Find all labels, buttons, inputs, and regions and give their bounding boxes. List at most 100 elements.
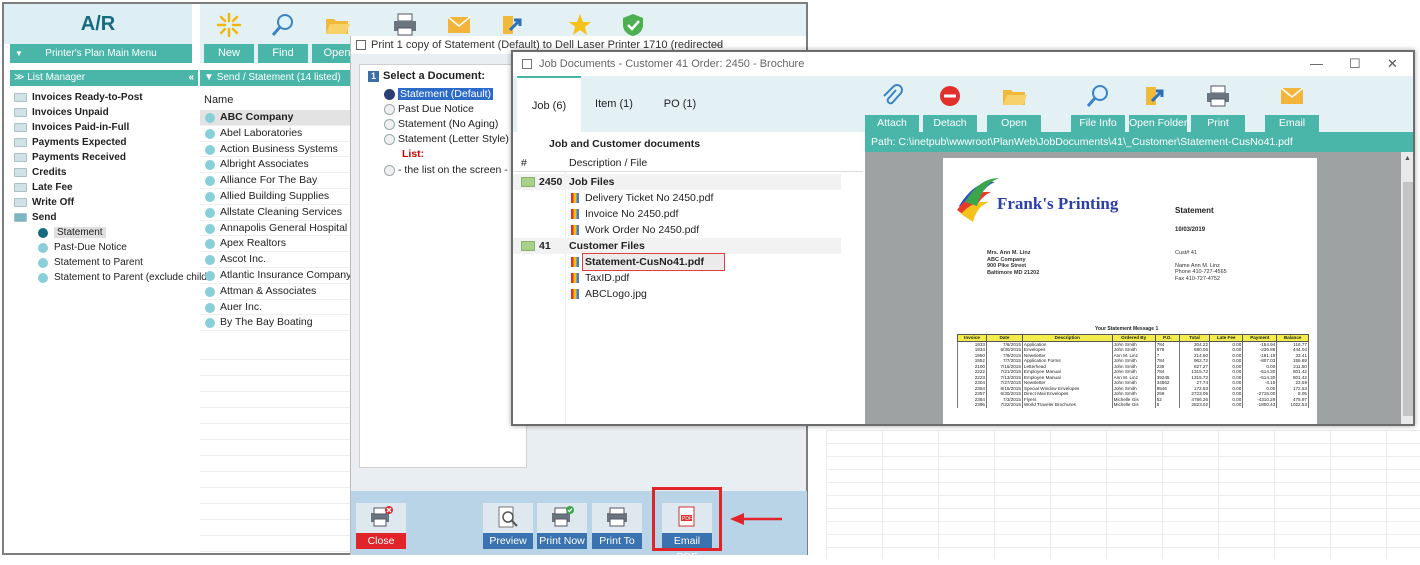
file-row[interactable]: Invoice No 2450.pdf	[513, 206, 841, 222]
customer-row[interactable]: Albright Associates	[200, 157, 354, 174]
customer-row[interactable]: Ascot Inc.	[200, 252, 354, 268]
file-row[interactable]: Work Order No 2450.pdf	[513, 222, 841, 238]
col-desc-header[interactable]: Description / File	[569, 154, 647, 172]
find-button[interactable]: Find	[258, 4, 308, 63]
file-path-bar: Path: C:\inetpub\wwwroot\PlanWeb\JobDocu…	[865, 132, 1413, 152]
option-list-screen[interactable]: - the list on the screen -	[382, 163, 508, 178]
customer-row[interactable]: Allstate Cleaning Services	[200, 205, 354, 221]
folder-arrow-icon	[1146, 87, 1164, 105]
file-info-button[interactable]: File Info	[1071, 76, 1125, 132]
email-file-button[interactable]: Email	[1265, 76, 1319, 132]
customer-row[interactable]: Abel Laboratories	[200, 126, 354, 142]
preview-scrollbar[interactable]: ▲	[1401, 152, 1413, 424]
name-column-header[interactable]: Name	[200, 90, 354, 110]
file-row[interactable]: Delivery Ticket No 2450.pdf	[513, 190, 841, 206]
circle-icon	[205, 286, 215, 297]
option-no-aging[interactable]: Statement (No Aging)	[382, 117, 498, 132]
file-row[interactable]: ABCLogo.jpg	[513, 286, 841, 302]
pdf-file-icon	[571, 193, 579, 203]
customer-row[interactable]: Apex Realtors	[200, 236, 354, 253]
customer-row[interactable]: Action Business Systems	[200, 142, 354, 158]
tab-job[interactable]: Job (6)	[517, 76, 581, 132]
main-menu-button[interactable]: ▼ Printer's Plan Main Menu	[10, 44, 192, 63]
sub-item-past-due[interactable]: Past-Due Notice	[10, 240, 198, 255]
list-item-invoices-paid[interactable]: Invoices Paid-in-Full	[10, 120, 198, 135]
folder-icon	[14, 198, 27, 207]
scrollbar-thumb[interactable]	[1403, 182, 1413, 416]
new-button[interactable]: New	[204, 4, 254, 63]
sub-item-statement-parent[interactable]: Statement to Parent	[10, 255, 198, 270]
statement-cell: 1022.53	[1276, 402, 1309, 408]
statement-table: Invoice Date Description Ordered By P.O. Tota…	[957, 334, 1309, 408]
open-folder-button[interactable]: Open Folder	[1129, 76, 1187, 132]
open-file-button[interactable]: Open	[987, 76, 1041, 132]
customer-row[interactable]: Attman & Associates	[200, 284, 354, 300]
option-past-due[interactable]: Past Due Notice	[382, 102, 474, 117]
folder-arrow-icon	[503, 16, 522, 34]
new-label: New	[204, 44, 254, 63]
circle-icon	[205, 144, 215, 155]
option-statement-default[interactable]: Statement (Default)	[382, 87, 494, 102]
folder-icon	[14, 93, 27, 102]
customer-row[interactable]: ABC Company	[200, 110, 354, 126]
customer-row[interactable]: Auer Inc.	[200, 300, 354, 316]
list-item-payments-expected[interactable]: Payments Expected	[10, 135, 198, 150]
folder-icon	[14, 153, 27, 162]
printer-icon	[607, 507, 627, 527]
address-line: Baltimore MD 21202	[987, 269, 1040, 276]
folder-icon	[521, 241, 535, 251]
print-to-button[interactable]: Print To	[592, 503, 642, 549]
group-row-job-files[interactable]: 2450 Job Files	[513, 174, 841, 190]
statement-cell: 5	[1154, 402, 1180, 408]
customer-name: Allstate Cleaning Services	[220, 205, 342, 218]
list-item-payments-received[interactable]: Payments Received	[10, 150, 198, 165]
file-row[interactable]: TaxID.pdf	[513, 270, 841, 286]
list-item-late-fee[interactable]: Late Fee	[10, 180, 198, 195]
printer-close-icon	[371, 506, 393, 527]
circle-icon	[38, 243, 48, 253]
customer-row[interactable]: Allied Building Supplies	[200, 189, 354, 205]
tab-po[interactable]: PO (1)	[653, 76, 707, 132]
sub-item-statement-parent-exclude[interactable]: Statement to Parent (exclude child	[10, 270, 207, 285]
sub-item-statement[interactable]: Statement	[10, 225, 198, 240]
list-item-send[interactable]: Send	[10, 210, 198, 225]
file-row-selected[interactable]: Statement-CusNo41.pdf	[513, 253, 841, 271]
statement-cell: 7/22/2015	[985, 402, 1023, 408]
print-now-button[interactable]: Print Now	[537, 503, 587, 549]
list-item-write-off[interactable]: Write Off	[10, 195, 198, 210]
col-num-header[interactable]: #	[521, 154, 527, 172]
pdf-file-icon	[571, 225, 579, 235]
scroll-up-icon[interactable]: ▲	[1404, 155, 1411, 162]
print-file-button[interactable]: Print	[1191, 76, 1245, 132]
detach-button[interactable]: Detach	[923, 76, 977, 132]
list-item-credits[interactable]: Credits	[10, 165, 198, 180]
attach-button[interactable]: Attach	[865, 76, 919, 132]
group-row-customer-files[interactable]: 41 Customer Files	[513, 238, 841, 254]
customer-row[interactable]: Alliance For The Bay	[200, 173, 354, 189]
circle-icon	[205, 176, 215, 187]
customer-row[interactable]: Atlantic Insurance Company	[200, 268, 354, 284]
list-manager-header[interactable]: ≫ List Manager «	[10, 70, 198, 86]
customer-name: Albright Associates	[220, 158, 309, 171]
close-button[interactable]: Close	[356, 503, 406, 549]
close-button[interactable]: ✕	[1387, 52, 1398, 76]
list-item-invoices-unpaid[interactable]: Invoices Unpaid	[10, 105, 198, 120]
maximize-button[interactable]: ☐	[1349, 52, 1361, 76]
option-letter-style[interactable]: Statement (Letter Style)	[382, 132, 509, 147]
customer-name: Ascot Inc.	[220, 253, 267, 266]
list-label: List:	[402, 148, 425, 160]
folder-icon	[14, 138, 27, 147]
pdf-file-icon	[571, 273, 579, 283]
select-document-label: 1 Select a Document:	[368, 70, 485, 82]
customer-row[interactable]: Annapolis General Hospital	[200, 221, 354, 237]
background-spreadsheet-grid	[826, 430, 1420, 559]
list-item-invoices-ready[interactable]: Invoices Ready-to-Post	[10, 90, 198, 105]
radio-icon	[384, 104, 395, 115]
folder-icon	[14, 108, 27, 117]
minimize-button[interactable]: —	[1310, 52, 1323, 76]
collapse-icon[interactable]: «	[188, 70, 194, 86]
customer-row[interactable]: By The Bay Boating	[200, 315, 354, 332]
preview-button[interactable]: Preview	[483, 503, 533, 549]
tab-item[interactable]: Item (1)	[587, 76, 641, 132]
customer-name: Abel Laboratories	[220, 126, 303, 139]
